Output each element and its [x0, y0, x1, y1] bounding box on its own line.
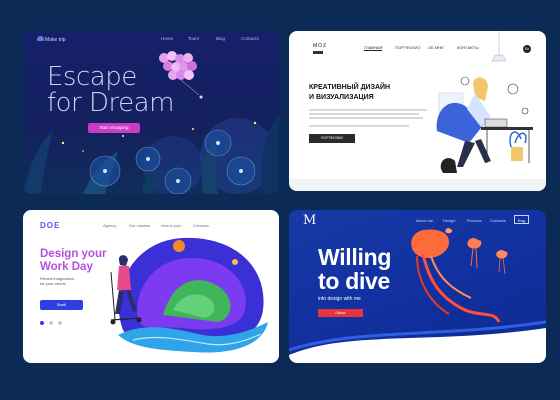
hero-subtitle-line-2: for your needs	[40, 281, 66, 286]
start-button[interactable]: Start!	[40, 300, 83, 310]
brand-logo[interactable]: DOE	[40, 221, 60, 230]
language-avatar[interactable]: En	[523, 45, 531, 53]
card-creative-design[interactable]: MOZ ГЛАВНАЯ ПОРТФОЛИО ОБ МНЕ КОНТАКТЫ En…	[289, 31, 546, 191]
nav-item-how-to-join[interactable]: How to join	[161, 223, 181, 228]
nav-item-contacts[interactable]: Contacts	[490, 218, 506, 223]
nav-item-home[interactable]: Home	[161, 36, 173, 41]
hero-headline-line-2: to dive	[318, 268, 391, 294]
nav-item-about-me[interactable]: About me	[416, 218, 433, 223]
brand-logo[interactable]: M	[303, 213, 316, 228]
hero-subtitle: into design with me	[318, 296, 361, 302]
hero-headline-line-2: И ВИЗУАЛИЗАЦИЯ	[309, 94, 374, 101]
hero-headline-line-2: for Dream	[47, 88, 174, 118]
hero-headline: Willing to dive	[318, 245, 391, 293]
card-design-your-work-day[interactable]: DOE Agency Our classes How to join Conta…	[23, 210, 279, 363]
nav-item-home[interactable]: ГЛАВНАЯ	[364, 45, 383, 51]
hero-subtitle: Reveal imagination for your needs	[40, 276, 74, 286]
follow-button[interactable]: Follow	[318, 309, 363, 317]
brand-logo[interactable]: Make trip	[45, 37, 66, 43]
carousel-dot-3[interactable]	[58, 321, 62, 325]
logo-bar	[313, 51, 323, 54]
nav-item-contacts[interactable]: КОНТАКТЫ	[457, 45, 479, 50]
nav-item-process[interactable]: Process	[467, 218, 481, 223]
hero-headline-line-1: Escape	[47, 62, 137, 92]
nav-item-about[interactable]: ОБ МНЕ	[428, 45, 444, 50]
nav-item-agency[interactable]: Agency	[103, 223, 116, 228]
fantasy-island-illustration	[110, 237, 268, 353]
carousel-dot-2[interactable]	[49, 321, 53, 325]
nav-item-portfolio[interactable]: ПОРТФОЛИО	[395, 45, 421, 50]
card-escape-for-dream[interactable]: Make trip Home Tours Blog Contacts Escap…	[23, 31, 279, 194]
carousel-dot-1[interactable]	[40, 321, 44, 325]
hero-headline-line-1: Willing	[318, 244, 392, 270]
hero-headline-line-2: Work Day	[40, 261, 93, 273]
hero-description-placeholder	[309, 107, 429, 129]
portfolio-button[interactable]: ПОРТФОЛИО	[309, 134, 355, 143]
brand-logo[interactable]: MOZ	[313, 44, 327, 49]
hero-headline: Escape for Dream	[47, 64, 174, 116]
cloud-logo-icon	[37, 36, 44, 41]
bottom-band	[289, 179, 546, 191]
card-willing-to-dive[interactable]: M About me Design Process Contacts Eng W…	[289, 210, 546, 363]
nav-item-tours[interactable]: Tours	[188, 36, 199, 41]
nav-item-our-classes[interactable]: Our classes	[129, 223, 150, 228]
hero-headline: КРЕАТИВНЫЙ ДИЗАЙН И ВИЗУАЛИЗАЦИЯ	[309, 83, 390, 103]
hero-headline-line-1: Design your	[40, 248, 107, 260]
hero-headline-line-1: КРЕАТИВНЫЙ ДИЗАЙН	[309, 84, 391, 91]
nav-item-design[interactable]: Design	[443, 218, 455, 223]
hero-headline: Design your Work Day	[40, 248, 106, 274]
nav-item-blog[interactable]: Blog	[216, 36, 225, 41]
language-button[interactable]: Eng	[514, 215, 529, 224]
nav-item-contacts[interactable]: Contacts	[193, 223, 209, 228]
start-shopping-button[interactable]: Start shopping	[88, 123, 140, 133]
nav-item-contacts[interactable]: Contacts	[241, 36, 259, 41]
